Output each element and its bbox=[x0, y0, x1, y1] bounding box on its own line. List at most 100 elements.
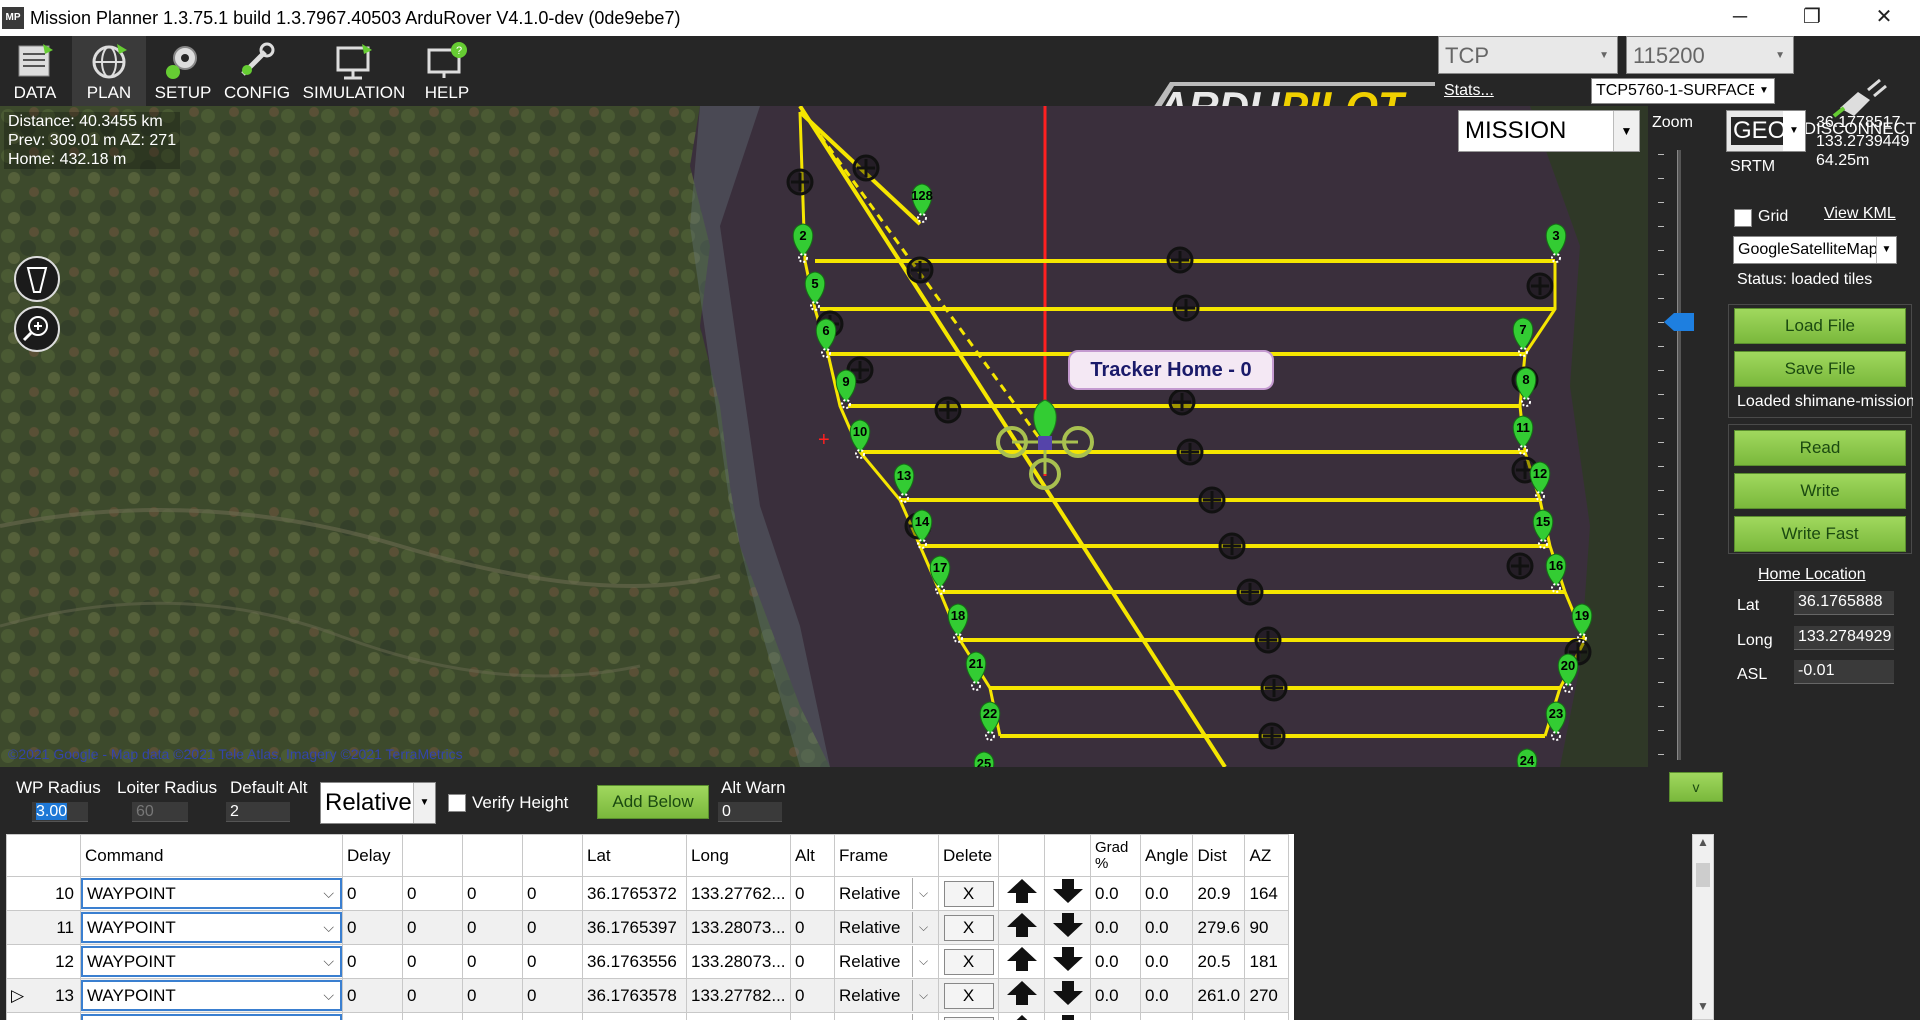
param4-cell[interactable]: 0 bbox=[522, 1012, 583, 1020]
command-select[interactable]: WAYPOINT⌵ bbox=[81, 946, 342, 977]
toolbar-data-button[interactable]: DATA bbox=[0, 36, 70, 106]
arrow-up-icon[interactable] bbox=[1005, 945, 1039, 973]
alt-warn-input[interactable]: 0 bbox=[718, 802, 782, 822]
scroll-up-icon[interactable]: ▲ bbox=[1693, 835, 1713, 855]
param3-cell[interactable]: 0 bbox=[462, 1012, 523, 1020]
arrow-up-icon[interactable] bbox=[1005, 979, 1039, 1007]
param3-cell[interactable]: 0 bbox=[462, 910, 523, 945]
table-row[interactable]: ▷ 13 WAYPOINT ⌵ 0 0 0 0 36.1763578 133.27782... 0 R… bbox=[6, 978, 1290, 1013]
write-button[interactable]: Write bbox=[1734, 473, 1906, 509]
read-button[interactable]: Read bbox=[1734, 430, 1906, 466]
frame-select[interactable]: Relative ⌵ bbox=[839, 878, 934, 909]
param2-cell[interactable]: 0 bbox=[402, 910, 463, 945]
alt-cell[interactable]: 0 bbox=[790, 978, 835, 1013]
midpoint-crosshair-icon[interactable] bbox=[852, 154, 880, 182]
delete-row-button[interactable]: X bbox=[943, 982, 994, 1009]
alt-cell[interactable]: 0 bbox=[790, 910, 835, 945]
connection-type-select[interactable]: TCP ▼ bbox=[1438, 36, 1618, 74]
port-select[interactable]: TCP5760-1-SURFACE E ▼ bbox=[1591, 78, 1775, 104]
command-select[interactable]: WAYPOINT⌵ bbox=[81, 980, 342, 1011]
delay-cell[interactable]: 0 bbox=[342, 978, 403, 1013]
midpoint-crosshair-icon[interactable] bbox=[1218, 532, 1246, 560]
load-file-button[interactable]: Load File bbox=[1734, 308, 1906, 344]
alt-cell[interactable]: 0 bbox=[790, 944, 835, 979]
grid-header-az[interactable]: AZ bbox=[1244, 834, 1290, 877]
alt-cell[interactable]: 0 bbox=[790, 876, 835, 911]
lat-cell[interactable]: 36.1761849 bbox=[582, 1012, 687, 1020]
long-cell[interactable]: 133.27762... bbox=[686, 876, 791, 911]
lat-cell[interactable]: 36.1765372 bbox=[582, 876, 687, 911]
toolbar-simulation-button[interactable]: SIMULATION bbox=[300, 36, 408, 106]
grid-checkbox[interactable] bbox=[1734, 209, 1752, 227]
delete-row-button[interactable]: X bbox=[943, 880, 994, 907]
save-file-button[interactable]: Save File bbox=[1734, 351, 1906, 387]
write-fast-button[interactable]: Write Fast bbox=[1734, 516, 1906, 552]
frame-select[interactable]: Relative ⌵ bbox=[839, 912, 934, 943]
grid-header-lat[interactable]: Lat bbox=[582, 834, 687, 877]
midpoint-crosshair-icon[interactable] bbox=[1254, 626, 1282, 654]
loiter-radius-input[interactable]: 60 bbox=[132, 802, 188, 822]
zoom-in-button[interactable] bbox=[14, 306, 60, 352]
altitude-frame-select[interactable]: Relative ▼ bbox=[320, 782, 436, 824]
maximize-button[interactable]: ❐ bbox=[1784, 0, 1840, 36]
table-row[interactable]: 11 WAYPOINT ⌵ 0 0 0 0 36.1765397 133.28073... 0 Re… bbox=[6, 910, 1290, 945]
delay-cell[interactable]: 0 bbox=[342, 1012, 403, 1020]
midpoint-crosshair-icon[interactable] bbox=[786, 168, 814, 196]
midpoint-crosshair-icon[interactable] bbox=[1166, 246, 1194, 274]
grid-header-grad[interactable]: Grad % bbox=[1090, 834, 1141, 877]
long-cell[interactable]: 133.28073... bbox=[686, 944, 791, 979]
midpoint-crosshair-icon[interactable] bbox=[1172, 294, 1200, 322]
arrow-up-icon[interactable] bbox=[1005, 1013, 1039, 1020]
baud-rate-select[interactable]: 115200 ▼ bbox=[1626, 36, 1794, 74]
row-number[interactable]: 14 bbox=[6, 1012, 81, 1020]
grid-scrollbar[interactable]: ▲ ▼ bbox=[1692, 834, 1714, 1020]
command-cell[interactable]: WAYPOINT⌵ bbox=[80, 1012, 343, 1020]
map-mode-select[interactable]: MISSION ▼ bbox=[1458, 110, 1640, 152]
param2-cell[interactable]: 0 bbox=[402, 944, 463, 979]
alt-cell[interactable]: 0 bbox=[790, 1012, 835, 1020]
command-select[interactable]: WAYPOINT⌵ bbox=[81, 1014, 342, 1020]
delay-cell[interactable]: 0 bbox=[342, 876, 403, 911]
grid-header-delete[interactable]: Delete bbox=[938, 834, 999, 877]
midpoint-crosshair-icon[interactable] bbox=[1260, 674, 1288, 702]
row-number[interactable]: 12 bbox=[6, 944, 81, 979]
waypoint-pin[interactable]: 24 bbox=[1516, 748, 1538, 767]
frame-select[interactable]: Relative ⌵ bbox=[839, 946, 934, 977]
row-number[interactable]: 10 bbox=[6, 876, 81, 911]
command-select[interactable]: WAYPOINT⌵ bbox=[81, 912, 342, 943]
arrow-up-icon[interactable] bbox=[1005, 911, 1039, 939]
frame-cell[interactable]: Relative ⌵ bbox=[834, 978, 939, 1013]
midpoint-crosshair-icon[interactable] bbox=[906, 256, 934, 284]
long-cell[interactable]: 133.28073... bbox=[686, 910, 791, 945]
minimize-button[interactable]: ─ bbox=[1712, 0, 1768, 36]
param4-cell[interactable]: 0 bbox=[522, 876, 583, 911]
midpoint-crosshair-icon[interactable] bbox=[1236, 578, 1264, 606]
scroll-down-icon[interactable]: ▼ bbox=[1693, 999, 1713, 1019]
command-cell[interactable]: WAYPOINT⌵ bbox=[80, 876, 343, 911]
home-location-link[interactable]: Home Location bbox=[1758, 566, 1866, 584]
midpoint-crosshair-icon[interactable] bbox=[1526, 272, 1554, 300]
grid-header-p4[interactable] bbox=[522, 834, 583, 877]
verify-height-checkbox[interactable] bbox=[448, 794, 466, 812]
lat-cell[interactable]: 36.1763578 bbox=[582, 978, 687, 1013]
row-number[interactable]: 11 bbox=[6, 910, 81, 945]
midpoint-crosshair-icon[interactable] bbox=[1168, 388, 1196, 416]
long-cell[interactable]: 133.27782... bbox=[686, 978, 791, 1013]
delay-cell[interactable]: 0 bbox=[342, 944, 403, 979]
toolbar-plan-button[interactable]: PLAN bbox=[72, 36, 146, 106]
row-number[interactable]: ▷ 13 bbox=[6, 978, 81, 1013]
arrow-down-icon[interactable] bbox=[1051, 1013, 1085, 1020]
grid-header-command[interactable]: Command bbox=[80, 834, 343, 877]
grid-header-p3[interactable] bbox=[462, 834, 523, 877]
command-select[interactable]: WAYPOINT⌵ bbox=[81, 878, 342, 909]
map-view[interactable]: 2 3 5 6 7 8 9 10 11 12 13 14 15 16 17 18 19 20 21 22 23 24 25 1… bbox=[0, 106, 1648, 767]
collapse-button[interactable]: v bbox=[1669, 772, 1723, 802]
zoom-slider-track[interactable] bbox=[1677, 150, 1681, 760]
arrow-up-icon[interactable] bbox=[1005, 877, 1039, 905]
map-canvas[interactable]: 2 356 78910 11121314 15161718 19202122 2324251… bbox=[0, 106, 1648, 767]
command-cell[interactable]: WAYPOINT⌵ bbox=[80, 978, 343, 1013]
wp-radius-input[interactable]: 3.00 bbox=[32, 802, 88, 822]
lat-cell[interactable]: 36.1765397 bbox=[582, 910, 687, 945]
table-row[interactable]: 10 WAYPOINT ⌵ 0 0 0 0 36.1765372 133.27762... 0 Re… bbox=[6, 876, 1290, 911]
map-type-select[interactable]: GoogleSatelliteMap ▼ bbox=[1733, 236, 1897, 264]
